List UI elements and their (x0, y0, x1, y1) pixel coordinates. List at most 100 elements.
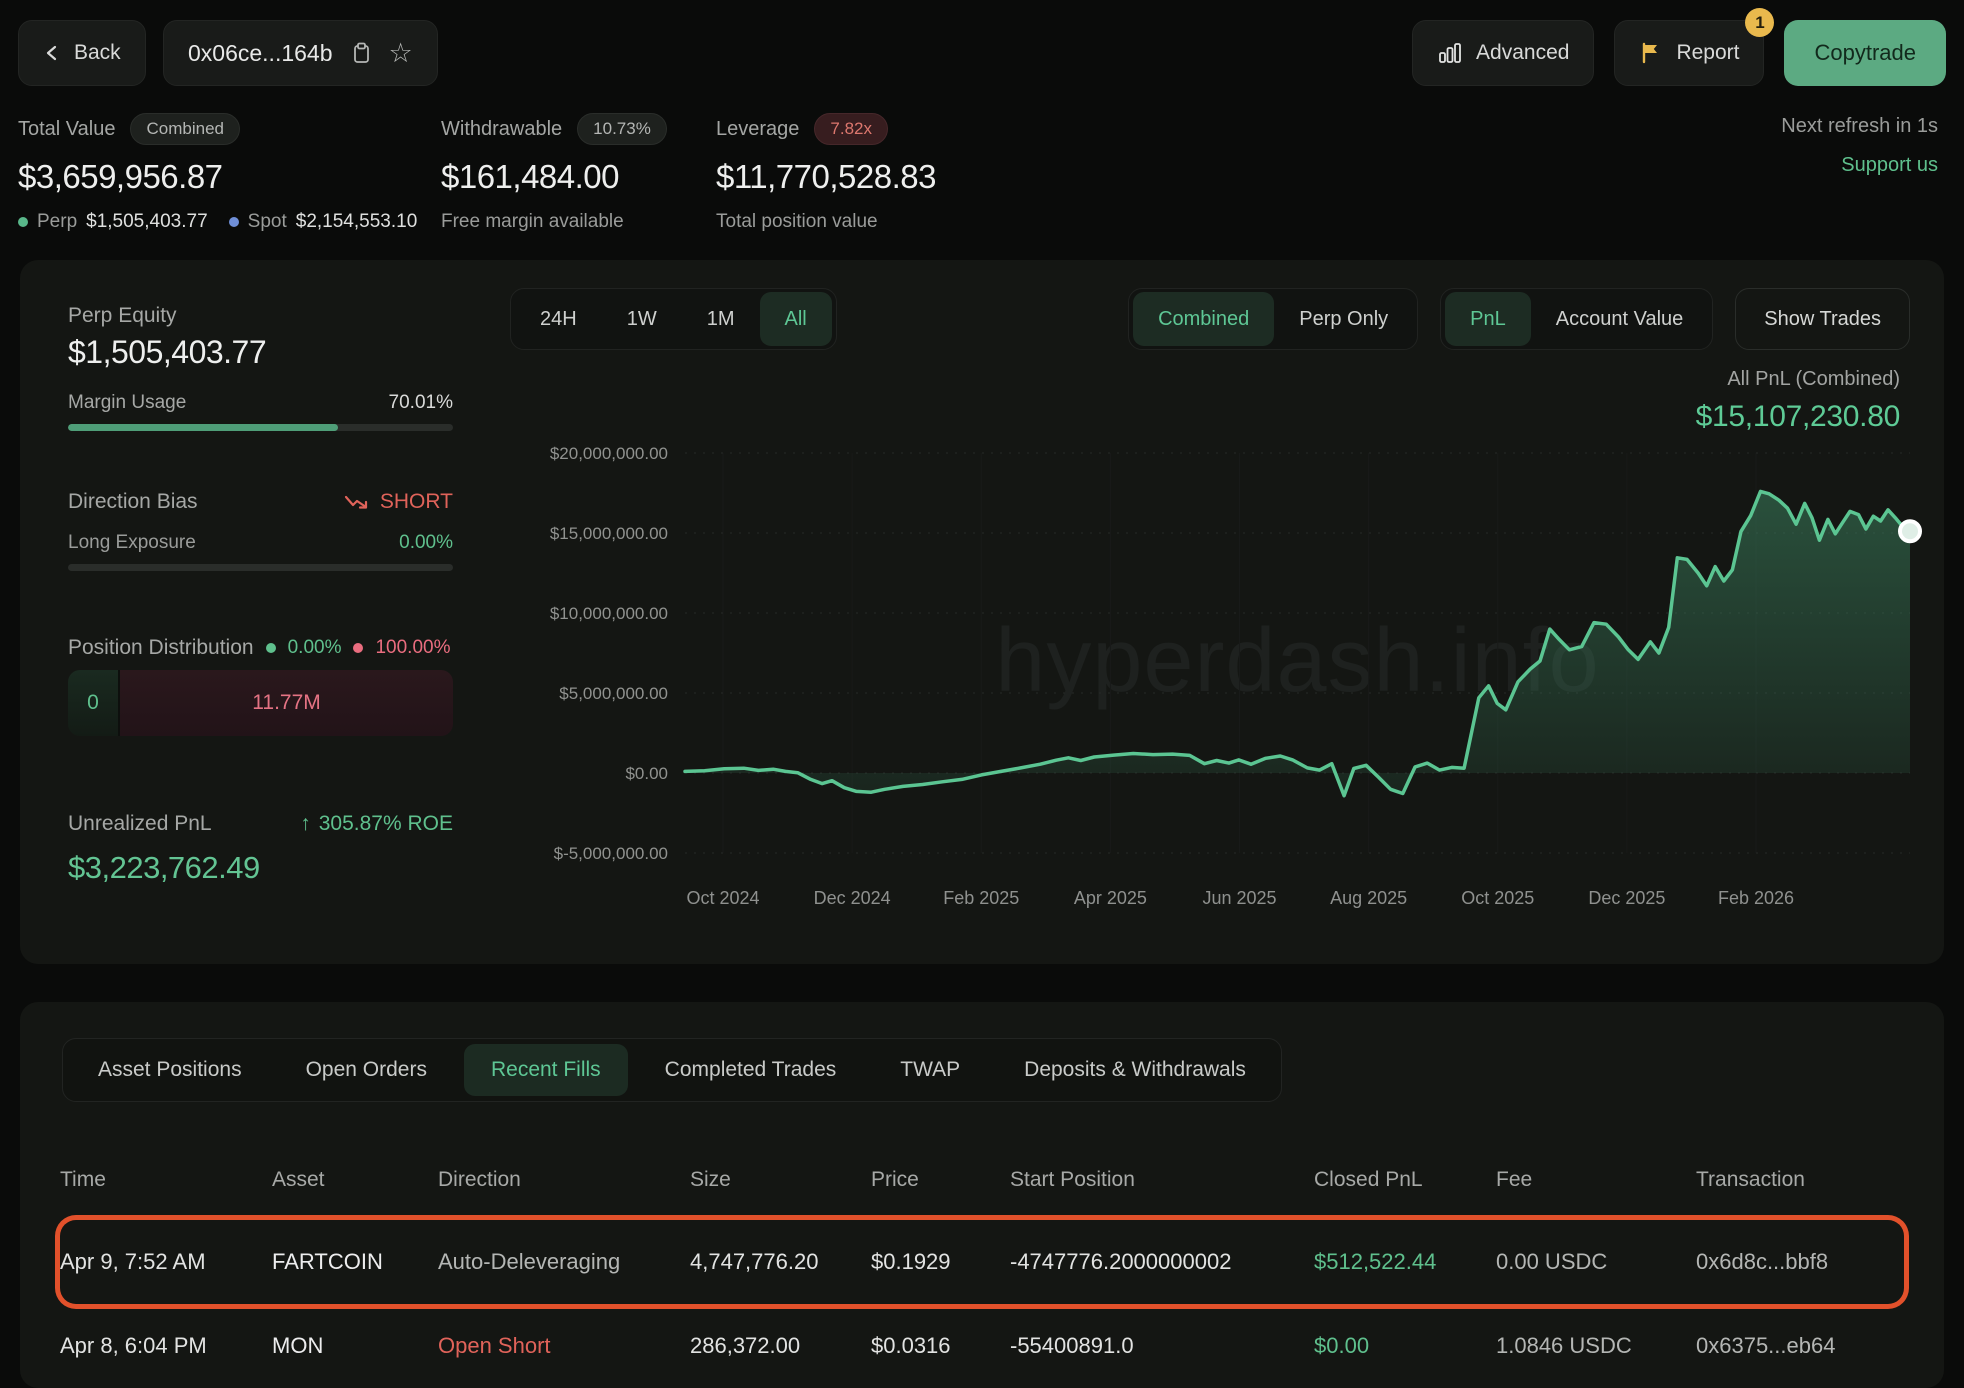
margin-usage-bar (68, 424, 453, 431)
position-distribution-label: Position Distribution (68, 636, 254, 660)
tab-completed-trades[interactable]: Completed Trades (638, 1044, 864, 1096)
cell-time: Apr 9, 7:52 AM (60, 1249, 272, 1275)
cell-fee: 1.0846 USDC (1496, 1333, 1696, 1359)
direction-bias-label: Direction Bias (68, 490, 198, 514)
col-price: Price (871, 1168, 1010, 1192)
tab-recent-fills[interactable]: Recent Fills (464, 1044, 628, 1096)
perp-equity-label: Perp Equity (68, 304, 177, 328)
show-trades-button[interactable]: Show Trades (1735, 288, 1910, 350)
chart-mode-controls: CombinedPerp Only PnLAccount Value Show … (1128, 288, 1910, 350)
x-tick-label: Apr 2025 (1074, 888, 1147, 908)
source-combined[interactable]: Combined (1133, 292, 1274, 346)
source-perp-only[interactable]: Perp Only (1274, 292, 1413, 346)
roe-up-arrow-icon: ↑ (300, 812, 311, 836)
wallet-address-pill[interactable]: 0x06ce...164b ☆ (163, 20, 438, 86)
total-value-label: Total Value (18, 118, 115, 141)
copytrade-button[interactable]: Copytrade (1784, 20, 1946, 86)
withdrawable-label: Withdrawable (441, 118, 562, 141)
long-exposure-bar (68, 564, 453, 571)
cell-transaction-link[interactable]: 0x6375...eb64 (1696, 1333, 1904, 1359)
x-tick-label: Oct 2024 (686, 888, 759, 908)
long-exposure-value: 0.00% (399, 532, 453, 554)
metric-pnl[interactable]: PnL (1445, 292, 1531, 346)
y-tick-label: $5,000,000.00 (559, 684, 668, 703)
support-us-link[interactable]: Support us (1781, 154, 1938, 177)
unrealized-roe: 305.87% ROE (319, 812, 453, 836)
withdrawable-value: $161,484.00 (441, 158, 711, 196)
dist-long-pct: 0.00% (288, 637, 342, 659)
watermark: hyperdash.info (685, 610, 1910, 713)
tab-deposits-withdrawals[interactable]: Deposits & Withdrawals (997, 1044, 1273, 1096)
cell-asset: MON (272, 1333, 438, 1359)
table-row[interactable]: Apr 8, 6:04 PMMONOpen Short286,372.00$0.… (60, 1304, 1904, 1388)
fills-table: TimeAssetDirectionSizePriceStart Positio… (60, 1152, 1904, 1388)
perp-label: Perp (37, 211, 77, 233)
cell-closed-pnl: $512,522.44 (1314, 1249, 1496, 1275)
cell-start-position: -4747776.2000000002 (1010, 1249, 1314, 1275)
all-pnl-value: $15,107,230.80 (1696, 400, 1900, 434)
tab-asset-positions[interactable]: Asset Positions (71, 1044, 269, 1096)
copy-icon[interactable] (350, 41, 372, 65)
perp-dot (18, 217, 28, 227)
x-tick-label: Feb 2026 (1718, 888, 1794, 908)
col-direction: Direction (438, 1168, 690, 1192)
y-tick-label: $-5,000,000.00 (554, 844, 668, 863)
margin-usage-label: Margin Usage (68, 392, 186, 414)
cell-start-position: -55400891.0 (1010, 1333, 1314, 1359)
spot-label: Spot (248, 211, 287, 233)
report-label: Report (1676, 41, 1739, 65)
col-transaction: Transaction (1696, 1168, 1904, 1192)
trending-down-icon (344, 494, 370, 510)
col-fee: Fee (1496, 1168, 1696, 1192)
all-pnl-header: All PnL (Combined) $15,107,230.80 (1696, 368, 1900, 434)
range-1m[interactable]: 1M (682, 292, 760, 346)
top-bar: Back 0x06ce...164b ☆ Advanced Report 1 C… (18, 20, 1946, 86)
leverage-badge: 7.82x (814, 113, 888, 145)
y-tick-label: $0.00 (625, 764, 668, 783)
report-count-badge: 1 (1745, 8, 1774, 37)
x-tick-label: Jun 2025 (1202, 888, 1276, 908)
cell-asset: FARTCOIN (272, 1249, 438, 1275)
cell-price: $0.0316 (871, 1333, 1010, 1359)
back-button[interactable]: Back (18, 20, 146, 86)
all-pnl-label: All PnL (Combined) (1696, 368, 1900, 391)
range-24h[interactable]: 24H (515, 292, 602, 346)
tab-open-orders[interactable]: Open Orders (279, 1044, 454, 1096)
activity-tabs: Asset PositionsOpen OrdersRecent FillsCo… (62, 1038, 1282, 1102)
favorite-star-icon[interactable]: ☆ (389, 40, 413, 67)
portfolio-card: Perp Equity $1,505,403.77 Margin Usage 7… (20, 260, 1944, 964)
leverage-label: Leverage (716, 118, 799, 141)
cell-transaction-link[interactable]: 0x6d8c...bbf8 (1696, 1249, 1904, 1275)
leverage-stat: Leverage 7.82x $11,770,528.83 Total posi… (716, 113, 1016, 233)
top-bar-actions: Advanced Report 1 Copytrade (1412, 20, 1946, 86)
metric-account-value[interactable]: Account Value (1531, 292, 1709, 346)
cell-size: 286,372.00 (690, 1333, 871, 1359)
last-point-marker (1900, 521, 1920, 541)
advanced-label: Advanced (1476, 41, 1569, 65)
wallet-address: 0x06ce...164b (188, 40, 333, 67)
y-tick-label: $10,000,000.00 (550, 604, 668, 623)
advanced-button[interactable]: Advanced (1412, 20, 1594, 86)
y-tick-label: $20,000,000.00 (550, 444, 668, 463)
long-exposure-label: Long Exposure (68, 532, 196, 554)
table-body: Apr 9, 7:52 AMFARTCOINAuto-Deleveraging4… (60, 1220, 1904, 1388)
y-tick-label: $15,000,000.00 (550, 524, 668, 543)
long-dot (266, 643, 276, 653)
unrealized-pnl-label: Unrealized PnL (68, 812, 212, 836)
margin-usage-value: 70.01% (389, 392, 453, 414)
flag-icon (1639, 41, 1663, 65)
x-tick-label: Aug 2025 (1330, 888, 1407, 908)
range-all[interactable]: All (760, 292, 832, 346)
perp-value: $1,505,403.77 (86, 211, 208, 233)
range-1w[interactable]: 1W (602, 292, 682, 346)
metric-toggle-group: PnLAccount Value (1440, 288, 1713, 350)
total-value-stat: Total Value Combined $3,659,956.87 Perp … (18, 113, 438, 233)
tab-twap[interactable]: TWAP (873, 1044, 987, 1096)
refresh-area: Next refresh in 1s Support us (1781, 115, 1938, 177)
report-button[interactable]: Report 1 (1614, 20, 1764, 86)
withdrawable-stat: Withdrawable 10.73% $161,484.00 Free mar… (441, 113, 711, 233)
activity-card: Asset PositionsOpen OrdersRecent FillsCo… (20, 1002, 1944, 1388)
leverage-value: $11,770,528.83 (716, 158, 1016, 196)
refresh-countdown: Next refresh in 1s (1781, 115, 1938, 138)
table-row[interactable]: Apr 9, 7:52 AMFARTCOINAuto-Deleveraging4… (60, 1220, 1904, 1304)
